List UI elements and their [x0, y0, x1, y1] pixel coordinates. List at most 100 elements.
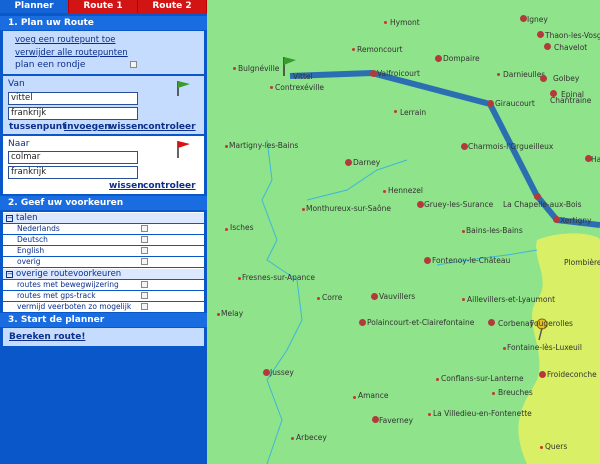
town-label: Faverney	[379, 416, 414, 425]
to-panel: Naar colmar frankrijk wissen controleer	[3, 136, 204, 194]
town-marker	[424, 257, 431, 264]
town-label: Charmois-l'Orgueilleux	[468, 142, 554, 151]
town-label: Corre	[322, 293, 343, 302]
town-marker	[537, 31, 544, 38]
section-start-heading: 3. Start de planner	[0, 313, 207, 327]
town-label: Igney	[527, 15, 548, 24]
town-label: Conflans-sur-Lanterne	[441, 374, 524, 383]
town-marker	[371, 293, 378, 300]
language-checkbox[interactable]	[141, 225, 148, 232]
preference-checkbox[interactable]	[141, 303, 148, 310]
language-checkbox[interactable]	[141, 258, 148, 265]
to-country-input[interactable]: frankrijk	[8, 166, 138, 179]
preference-checkbox[interactable]	[141, 281, 148, 288]
language-checkbox[interactable]	[141, 236, 148, 243]
town-marker	[487, 100, 494, 107]
preference-option: routes met bewegwijzering	[3, 280, 204, 290]
town-label: Darney	[353, 158, 381, 167]
town-marker	[394, 110, 397, 113]
language-option: Nederlands	[3, 224, 204, 234]
from-panel: Van vittel frankrijk tussenpunt invoegen…	[3, 76, 204, 134]
town-label: Giraucourt	[495, 99, 535, 108]
planner-sidebar: Planner Route 1 Route 2 1. Plan uw Route…	[0, 0, 207, 464]
route-map[interactable]: Hymont Igney Thaon-les-Vosges Chavelot R…	[207, 0, 600, 464]
town-label: Fresnes-sur-Apance	[242, 273, 315, 282]
town-label: Martigny-les-Bains	[229, 141, 299, 150]
town-label: Chantraine	[550, 96, 592, 105]
town-label: Quers	[545, 442, 568, 451]
language-checkbox[interactable]	[141, 247, 148, 254]
start-panel: Bereken route!	[3, 328, 204, 346]
green-flag-icon	[177, 81, 190, 96]
town-marker	[428, 413, 431, 416]
to-label: Naar	[8, 139, 30, 149]
town-marker	[384, 21, 387, 24]
plan-route-panel: voeg een routepunt toe verwijder alle ro…	[3, 31, 204, 74]
remove-waypoints-link[interactable]: verwijder alle routepunten	[15, 48, 128, 58]
town-marker	[353, 396, 356, 399]
language-option: Deutsch	[3, 235, 204, 245]
preference-checkbox[interactable]	[141, 292, 148, 299]
town-label: Fougerolles	[530, 319, 573, 328]
from-city-input[interactable]: vittel	[8, 92, 138, 105]
from-check-link[interactable]: controleer	[143, 122, 196, 132]
languages-group[interactable]: − talen	[3, 212, 204, 223]
town-marker	[435, 55, 442, 62]
town-marker	[462, 230, 465, 233]
town-label: Remoncourt	[357, 45, 403, 54]
town-label: Melay	[221, 309, 244, 318]
town-label: Jussey	[270, 368, 294, 377]
town-label: Vauvillers	[379, 292, 416, 301]
town-label: La Villedieu-en-Fontenette	[433, 409, 532, 418]
town-marker	[553, 216, 560, 223]
town-marker	[302, 208, 305, 211]
to-clear-link[interactable]: wissen	[109, 181, 144, 191]
tab-route-2[interactable]: Route 2	[138, 0, 207, 13]
section-plan-route-heading: 1. Plan uw Route	[0, 16, 207, 30]
town-marker	[488, 319, 495, 326]
town-marker	[359, 319, 366, 326]
other-preferences-label: overige routevoorkeuren	[16, 269, 122, 279]
to-check-link[interactable]: controleer	[143, 181, 196, 191]
town-label: Chavelot	[554, 43, 588, 52]
town-label: Froideconche	[547, 370, 597, 379]
language-option: overig	[3, 257, 204, 267]
town-label: Amance	[358, 391, 389, 400]
collapse-icon: −	[6, 214, 13, 222]
town-marker	[492, 392, 495, 395]
preference-label: routes met gps-track	[17, 291, 96, 300]
to-city-input[interactable]: colmar	[8, 151, 138, 164]
town-label: Isches	[230, 223, 254, 232]
preference-option: routes met gps-track	[3, 291, 204, 301]
insert-waypoint-link[interactable]: invoegen	[64, 122, 111, 132]
other-preferences-group[interactable]: − overige routevoorkeuren	[3, 268, 204, 279]
town-marker	[217, 313, 220, 316]
town-marker	[317, 297, 320, 300]
add-waypoint-link[interactable]: voeg een routepunt toe	[15, 35, 116, 45]
from-label: Van	[8, 79, 25, 89]
town-marker	[544, 43, 551, 50]
town-label: Monthureux-sur-Saône	[306, 204, 391, 213]
language-label: Nederlands	[17, 224, 60, 233]
language-label: overig	[17, 257, 41, 266]
town-label: Hymont	[390, 18, 420, 27]
town-marker	[291, 437, 294, 440]
tab-route-1[interactable]: Route 1	[69, 0, 138, 13]
language-option: English	[3, 246, 204, 256]
border-line	[261, 139, 303, 464]
town-marker	[263, 369, 270, 376]
from-country-input[interactable]: frankrijk	[8, 107, 138, 120]
tab-planner[interactable]: Planner	[0, 0, 69, 13]
red-flag-icon	[177, 141, 190, 158]
calculate-route-button[interactable]: Bereken route!	[9, 332, 85, 342]
town-label: Fontenoy-le-Château	[432, 256, 511, 265]
town-label: Corbenay	[498, 319, 535, 328]
from-clear-link[interactable]: wissen	[109, 122, 144, 132]
town-marker	[417, 201, 424, 208]
town-label: Polaincourt-et-Clairefontaine	[367, 318, 475, 327]
town-marker	[540, 75, 547, 82]
town-label: Aillevillers-et-Lyaumont	[467, 295, 556, 304]
town-marker	[352, 48, 355, 51]
round-trip-checkbox[interactable]	[130, 61, 137, 68]
tab-bar: Planner Route 1 Route 2	[0, 0, 207, 13]
